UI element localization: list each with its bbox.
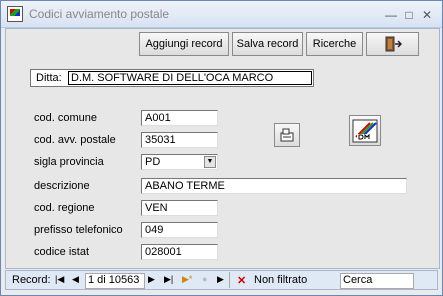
cod-comune-label: cod. comune	[34, 112, 97, 124]
descrizione-field[interactable]: ABANO TERME	[141, 178, 407, 194]
exit-door-icon	[385, 36, 402, 52]
new-record-icon[interactable]: ▶*	[182, 274, 192, 285]
record-position-field[interactable]: 1 di 10563	[85, 273, 145, 289]
cod-regione-field[interactable]: VEN	[141, 200, 218, 216]
title-bar: Codici avviamento postale — □ ✕	[1, 1, 442, 28]
more-icon[interactable]: ▶	[217, 274, 224, 285]
exit-button[interactable]	[366, 32, 419, 56]
codice-istat-label: codice istat	[34, 246, 90, 258]
prefisso-telefonico-field[interactable]: 049	[141, 222, 218, 238]
dm-logo-button[interactable]	[349, 115, 381, 146]
record-navigation-bar: Record: |◀ ◀ 1 di 10563 ▶ ▶| ▶* ● ▶ ✕ No…	[5, 270, 438, 290]
record-label: Record:	[12, 274, 51, 286]
clear-icon: ●	[202, 274, 208, 284]
add-record-button[interactable]: Aggiungi record	[139, 32, 229, 56]
maximize-icon[interactable]: □	[402, 8, 416, 22]
search-input[interactable]: Cerca	[340, 273, 414, 289]
nav-divider	[229, 272, 230, 288]
cod-regione-label: cod. regione	[34, 202, 95, 214]
codice-istat-field[interactable]: 028001	[141, 244, 218, 260]
app-icon[interactable]	[7, 6, 23, 22]
close-icon[interactable]: ✕	[420, 8, 434, 22]
save-record-button[interactable]: Salva record	[232, 32, 303, 56]
ditta-field[interactable]: D.M. SOFTWARE DI DELL'OCA MARCO	[68, 71, 312, 85]
sigla-provincia-label: sigla provincia	[34, 156, 104, 168]
next-record-icon[interactable]: ▶	[148, 274, 155, 285]
first-record-icon[interactable]: |◀	[55, 274, 64, 285]
filter-status[interactable]: Non filtrato	[254, 274, 307, 286]
dm-logo-icon	[352, 119, 378, 143]
lookup-icon	[280, 128, 294, 142]
cod-comune-field[interactable]: A001	[141, 110, 218, 126]
prefisso-telefonico-label: prefisso telefonico	[34, 224, 123, 236]
chevron-down-icon[interactable]: ▼	[204, 156, 216, 168]
descrizione-label: descrizione	[34, 180, 90, 192]
cod-avv-postale-field[interactable]: 35031	[141, 132, 218, 148]
window-title: Codici avviamento postale	[29, 7, 170, 21]
minimize-icon[interactable]: —	[384, 8, 398, 22]
filter-icon: ✕	[237, 275, 247, 287]
form-body: Aggiungi record Salva record Ricerche Di…	[5, 28, 440, 269]
ditta-label: Ditta:	[36, 72, 62, 84]
search-button[interactable]: Ricerche	[306, 32, 363, 56]
window: Codici avviamento postale — □ ✕ Aggiungi…	[0, 0, 443, 296]
sigla-provincia-value: PD	[145, 156, 161, 168]
last-record-icon[interactable]: ▶|	[164, 274, 173, 285]
cod-avv-postale-label: cod. avv. postale	[34, 134, 116, 146]
previous-record-icon[interactable]: ◀	[72, 274, 79, 285]
lookup-button[interactable]	[274, 123, 300, 147]
sigla-provincia-select[interactable]: PD ▼	[141, 154, 218, 170]
